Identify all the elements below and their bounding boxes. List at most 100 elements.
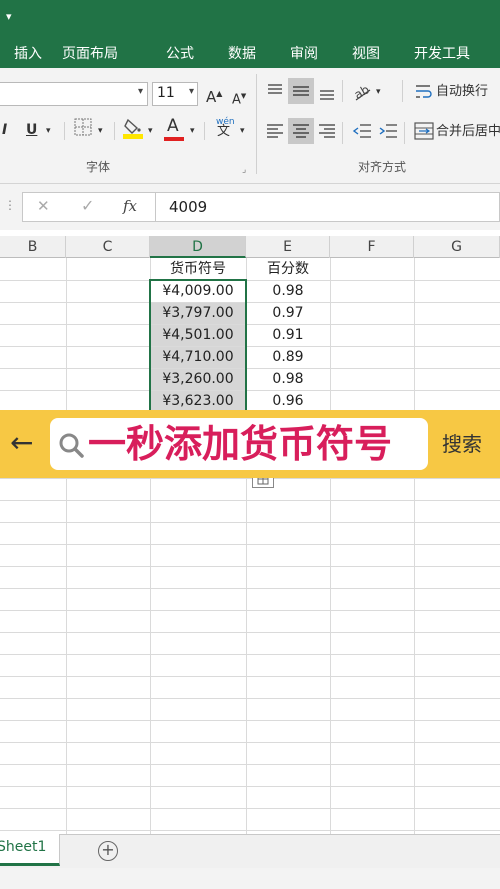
cancel-icon[interactable]: ✕ [37, 197, 50, 215]
orientation-icon[interactable]: ab [352, 82, 374, 102]
underline-dropdown-icon[interactable]: ▾ [46, 121, 51, 141]
cell-e4[interactable]: 0.91 [246, 324, 330, 346]
font-size-select[interactable]: 11 ▾ [152, 82, 198, 106]
insert-function-icon[interactable]: fx [123, 197, 137, 215]
font-size-dropdown-icon[interactable]: ▾ [189, 86, 194, 97]
font-group-label: 字体 [86, 160, 111, 174]
align-left-icon[interactable] [266, 122, 284, 140]
column-header-b[interactable]: B [0, 236, 66, 258]
cell-e1[interactable]: 百分数 [246, 258, 330, 280]
phonetic-dropdown-icon[interactable]: ▾ [240, 121, 245, 141]
divider [342, 122, 343, 144]
align-bottom-icon[interactable] [318, 84, 336, 102]
cell-d6[interactable]: ¥3,260.00 [150, 368, 246, 390]
italic-button[interactable]: I [2, 120, 7, 140]
divider [342, 80, 343, 102]
column-header-c[interactable]: C [66, 236, 150, 258]
gridline [0, 654, 500, 655]
align-center-icon[interactable] [288, 118, 314, 144]
align-top-icon[interactable] [266, 82, 284, 100]
group-divider [256, 74, 257, 174]
column-header-e[interactable]: E [246, 236, 330, 258]
gridline [0, 588, 500, 589]
tab-view[interactable]: 视图 [352, 43, 380, 63]
divider [114, 122, 115, 140]
wrap-text-button[interactable]: 自动换行 [436, 82, 488, 102]
merge-center-icon[interactable] [414, 122, 434, 140]
orientation-dropdown-icon[interactable]: ▾ [376, 82, 381, 102]
search-box[interactable]: 一秒添加货币符号 [50, 418, 428, 470]
cell-d5[interactable]: ¥4,710.00 [150, 346, 246, 368]
font-size-value: 11 [157, 85, 175, 101]
formula-input[interactable]: 4009 [169, 198, 207, 216]
gridline [0, 764, 500, 765]
gridline [0, 676, 500, 677]
enter-icon[interactable]: ✓ [81, 196, 94, 215]
tab-formulas[interactable]: 公式 [166, 43, 194, 63]
tab-review[interactable]: 审阅 [290, 43, 318, 63]
grow-font-button[interactable]: A▲ [206, 84, 222, 107]
tab-developer[interactable]: 开发工具 [414, 43, 470, 63]
gridline [0, 830, 500, 831]
back-arrow-icon[interactable]: ← [10, 424, 33, 462]
alignment-group-label: 对齐方式 [358, 160, 407, 174]
font-color-dropdown-icon[interactable]: ▾ [190, 121, 195, 141]
cell-d1[interactable]: 货币符号 [150, 258, 246, 280]
cell-d2[interactable]: ¥4,009.00 [150, 280, 246, 302]
decrease-indent-icon[interactable] [352, 122, 372, 140]
gridline [0, 742, 500, 743]
tab-page-layout[interactable]: 页面布局 [62, 43, 118, 63]
gridline [0, 786, 500, 787]
fill-color-dropdown-icon[interactable]: ▾ [148, 121, 153, 141]
wrap-text-icon[interactable] [414, 82, 434, 102]
font-dialog-launcher-icon[interactable]: ⌟ [242, 160, 246, 180]
gridline [66, 258, 67, 834]
column-header-g[interactable]: G [414, 236, 500, 258]
fill-color-button[interactable] [122, 116, 144, 146]
phonetic-guide-button[interactable]: wén 文 [214, 116, 238, 142]
cell-e6[interactable]: 0.98 [246, 368, 330, 390]
add-sheet-icon[interactable]: + [98, 841, 118, 861]
cell-d4[interactable]: ¥4,501.00 [150, 324, 246, 346]
cell-e5[interactable]: 0.89 [246, 346, 330, 368]
sheet-tab-sheet1[interactable]: Sheet1 [0, 834, 60, 866]
tab-insert[interactable]: 插入 [14, 43, 42, 63]
cell-e2[interactable]: 0.98 [246, 280, 330, 302]
ribbon-tab-bar: 插入 页面布局 公式 数据 审阅 视图 开发工具 [0, 36, 500, 68]
gridline [0, 632, 500, 633]
worksheet-grid[interactable]: B C D E F G 货币符号 百分数 ¥4,009.00 0.98 ¥3,7… [0, 236, 500, 834]
font-name-dropdown-icon[interactable]: ▾ [138, 86, 143, 97]
svg-text:ab: ab [352, 82, 372, 102]
search-query-text: 一秒添加货币符号 [88, 422, 393, 466]
gridline [0, 720, 500, 721]
shrink-font-button[interactable]: A▼ [232, 86, 246, 110]
column-header-d[interactable]: D [150, 236, 246, 258]
gridline [0, 500, 500, 501]
underline-button[interactable]: U [26, 120, 37, 140]
quick-access-toolbar: ▾ [0, 0, 500, 36]
border-dropdown-icon[interactable]: ▾ [98, 121, 103, 141]
cell-d7[interactable]: ¥3,623.00 [150, 390, 246, 412]
divider [404, 122, 405, 144]
gridline [0, 522, 500, 523]
cell-e7[interactable]: 0.96 [246, 390, 330, 412]
sheet-tab-bar: Sheet1 + [0, 834, 500, 868]
tab-data[interactable]: 数据 [228, 43, 256, 63]
font-color-letter: A [167, 116, 179, 136]
increase-indent-icon[interactable] [378, 122, 398, 140]
column-header-row: B C D E F G [0, 236, 500, 258]
status-bar [0, 868, 500, 889]
gridline [0, 544, 500, 545]
border-button[interactable] [74, 118, 92, 142]
search-icon [59, 433, 84, 458]
align-middle-icon[interactable] [288, 78, 314, 104]
customize-toolbar-caret-icon[interactable]: ▾ [6, 10, 12, 23]
align-right-icon[interactable] [318, 122, 336, 140]
cell-d3[interactable]: ¥3,797.00 [150, 302, 246, 324]
column-header-f[interactable]: F [330, 236, 414, 258]
font-name-select[interactable]: ▾ [0, 82, 148, 106]
cell-e3[interactable]: 0.97 [246, 302, 330, 324]
gridline [0, 566, 500, 567]
merge-center-button[interactable]: 合并后居中 [436, 122, 500, 142]
search-button[interactable]: 搜索 [442, 430, 482, 458]
